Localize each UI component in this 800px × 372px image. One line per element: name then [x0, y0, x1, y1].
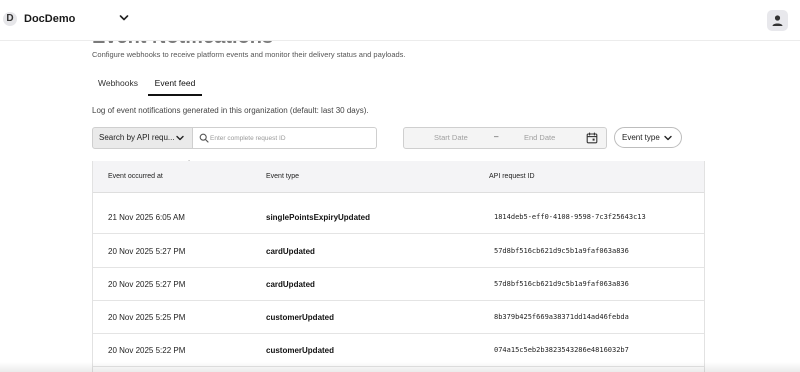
user-icon — [772, 15, 783, 26]
event-type-filter[interactable]: Event type — [614, 127, 682, 148]
api-request-id: 8b379b425f669a38371dd14ad46febda — [494, 313, 629, 321]
request-id-search — [193, 127, 377, 149]
event-occurred-at: 21 Nov 2025 6:05 AM — [108, 213, 185, 222]
calendar-icon[interactable] — [586, 132, 598, 144]
account-button[interactable] — [767, 10, 788, 31]
event-occurred-at: 20 Nov 2025 5:22 PM — [108, 346, 186, 355]
api-request-id: 57d8bf516cb621d9c5b1a9faf063a836 — [494, 280, 629, 288]
top-bar: D DocDemo — [0, 0, 800, 41]
bottom-shadow — [0, 362, 800, 372]
page-description: Configure webhooks to receive platform e… — [92, 50, 406, 59]
api-request-id: 1814deb5-eff0-4108-9598-7c3f25643c13 — [494, 213, 646, 221]
end-date-field[interactable]: End Date — [524, 133, 555, 142]
org-avatar[interactable]: D — [3, 12, 17, 26]
table-row[interactable]: 20 Nov 2025 5:27 PM cardUpdated 57d8bf51… — [93, 235, 704, 268]
search-type-value: Search by API requ... — [99, 133, 175, 142]
table-header: Event occurred at Event type API request… — [93, 161, 704, 193]
event-occurred-at: 20 Nov 2025 5:25 PM — [108, 313, 186, 322]
table-row[interactable]: 21 Nov 2025 6:05 AM singlePointsExpiryUp… — [93, 201, 704, 234]
date-separator: – — [494, 132, 499, 141]
event-feed-description: Log of event notifications generated in … — [92, 106, 369, 115]
table-row[interactable]: 20 Nov 2025 5:27 PM cardUpdated 57d8bf51… — [93, 268, 704, 301]
event-type: customerUpdated — [266, 313, 335, 322]
chevron-down-icon — [664, 135, 672, 141]
api-request-id: 074a15c5eb2b3823543286e4816032b7 — [494, 346, 629, 354]
table-row[interactable]: 20 Nov 2025 5:25 PM customerUpdated 8b37… — [93, 301, 704, 334]
column-header-event-type: Event type — [266, 173, 300, 180]
event-type: cardUpdated — [266, 247, 315, 256]
start-date-field[interactable]: Start Date — [434, 133, 468, 142]
event-type-label: Event type — [622, 133, 660, 142]
chevron-down-icon — [176, 135, 184, 141]
event-occurred-at: 20 Nov 2025 5:27 PM — [108, 247, 186, 256]
event-table: Event occurred at Event type API request… — [92, 161, 705, 372]
request-id-input[interactable] — [210, 131, 370, 145]
search-type-select[interactable]: Search by API requ... — [92, 127, 193, 149]
tab-event-feed[interactable]: Event feed — [148, 72, 202, 96]
date-range-picker[interactable]: Start Date – End Date — [403, 127, 607, 149]
event-type: singlePointsExpiryUpdated — [266, 213, 371, 222]
column-header-occurred-at: Event occurred at — [108, 173, 163, 180]
event-type: customerUpdated — [266, 346, 335, 355]
api-request-id: 57d8bf516cb621d9c5b1a9faf063a836 — [494, 247, 629, 255]
org-name[interactable]: DocDemo — [24, 13, 75, 25]
search-icon — [199, 133, 209, 143]
chevron-down-icon[interactable] — [118, 12, 130, 24]
tab-webhooks[interactable]: Webhooks — [92, 72, 144, 96]
event-type: cardUpdated — [266, 280, 315, 289]
event-occurred-at: 20 Nov 2025 5:27 PM — [108, 280, 186, 289]
column-header-request-id: API request ID — [489, 173, 535, 180]
